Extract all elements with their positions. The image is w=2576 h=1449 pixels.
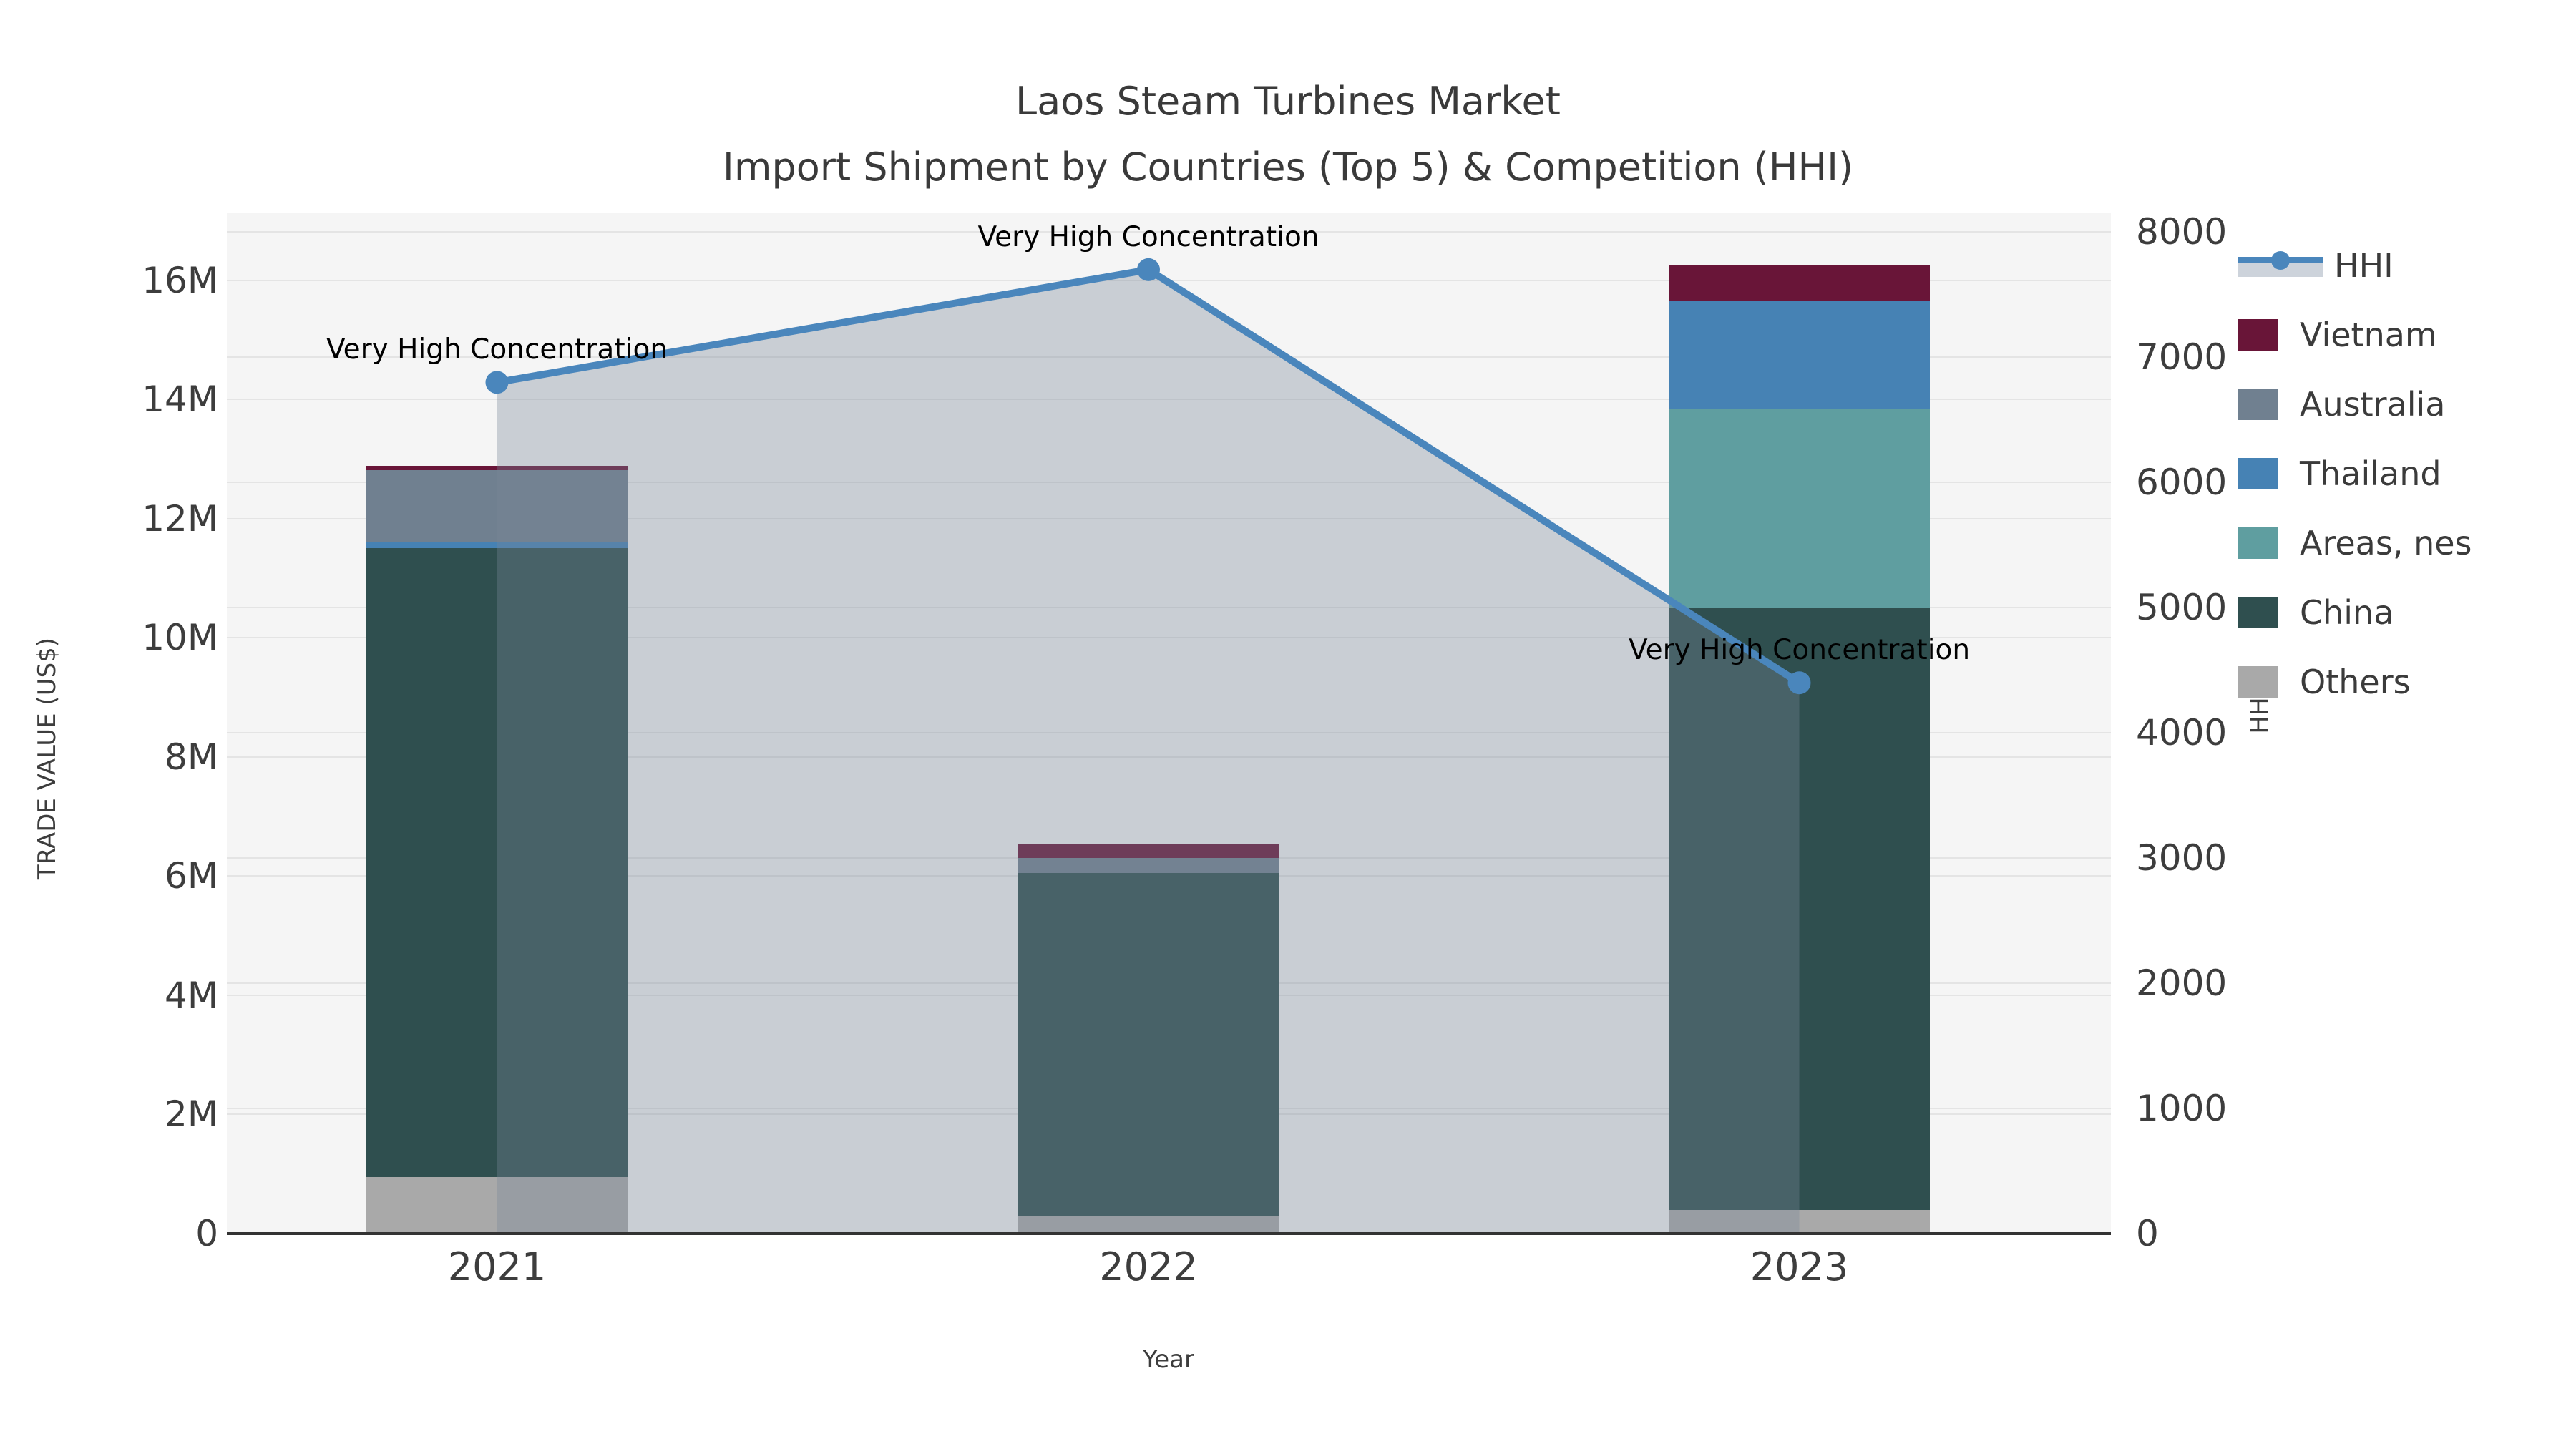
legend-item-areas-nes: Areas, nes	[2238, 508, 2472, 577]
legend-item-thailand: Thailand	[2238, 439, 2472, 508]
y2-tick-label: 1000	[2136, 1088, 2228, 1130]
legend-label: Others	[2300, 662, 2411, 701]
hhi-marker	[1787, 671, 1811, 695]
legend-label: Areas, nes	[2300, 523, 2472, 562]
y2-tick-label: 3000	[2136, 837, 2228, 879]
hhi-area-fill	[497, 269, 1800, 1234]
legend-swatch-china	[2238, 596, 2278, 628]
y-tick-label: 14M	[142, 379, 218, 421]
legend-swatch-australia	[2238, 388, 2278, 420]
legend-item-china: China	[2238, 577, 2472, 647]
legend-label: Vietnam	[2300, 315, 2437, 354]
x-axis-title: Year	[1143, 1345, 1194, 1374]
hhi-marker	[1137, 258, 1160, 281]
chart-figure: Laos Steam Turbines Market Import Shipme…	[0, 0, 2576, 1449]
legend-item-vietnam: Vietnam	[2238, 300, 2472, 369]
y-tick-label: 4M	[165, 974, 218, 1016]
legend: HHI Vietnam Australia Thailand Areas, nes Chi…	[2238, 230, 2472, 716]
hhi-marker-sample	[2271, 250, 2290, 270]
x-axis-line	[227, 1232, 2111, 1235]
y2-tick-label: 2000	[2136, 962, 2228, 1005]
legend-item-hhi: HHI	[2238, 230, 2472, 300]
y-tick-label: 2M	[165, 1093, 218, 1136]
legend-item-australia: Australia	[2238, 369, 2472, 439]
legend-item-others: Others	[2238, 647, 2472, 716]
x-tick-label: 2021	[447, 1244, 547, 1289]
annotation-very-high-concentration: Very High Concentration	[1628, 634, 1971, 667]
y-tick-label: 16M	[142, 259, 218, 301]
legend-label: Australia	[2300, 384, 2446, 424]
legend-swatch-others	[2238, 665, 2278, 698]
y2-tick-label: 4000	[2136, 712, 2228, 754]
y-axis-title: TRADE VALUE (US$)	[33, 637, 62, 880]
legend-swatch-hhi	[2238, 250, 2323, 281]
chart-title: Laos Steam Turbines Market Import Shipme…	[14, 69, 2562, 200]
y2-tick-label: 0	[2136, 1213, 2159, 1254]
x-tick-label: 2023	[1750, 1244, 1849, 1289]
y-tick-label: 12M	[142, 497, 218, 540]
hhi-marker	[485, 371, 509, 394]
x-tick-label: 2022	[1099, 1244, 1198, 1289]
y-tick-label: 0	[195, 1213, 218, 1254]
chart-title-line2: Import Shipment by Countries (Top 5) & C…	[722, 145, 1854, 190]
legend-label: Thailand	[2300, 454, 2441, 493]
legend-swatch-thailand	[2238, 457, 2278, 489]
annotation-very-high-concentration: Very High Concentration	[326, 333, 668, 366]
annotation-very-high-concentration: Very High Concentration	[977, 220, 1319, 253]
legend-swatch-areas-nes	[2238, 527, 2278, 559]
legend-label: HHI	[2334, 245, 2394, 285]
chart-title-line1: Laos Steam Turbines Market	[1015, 79, 1561, 124]
legend-label: China	[2300, 592, 2394, 632]
legend-swatch-vietnam	[2238, 318, 2278, 351]
